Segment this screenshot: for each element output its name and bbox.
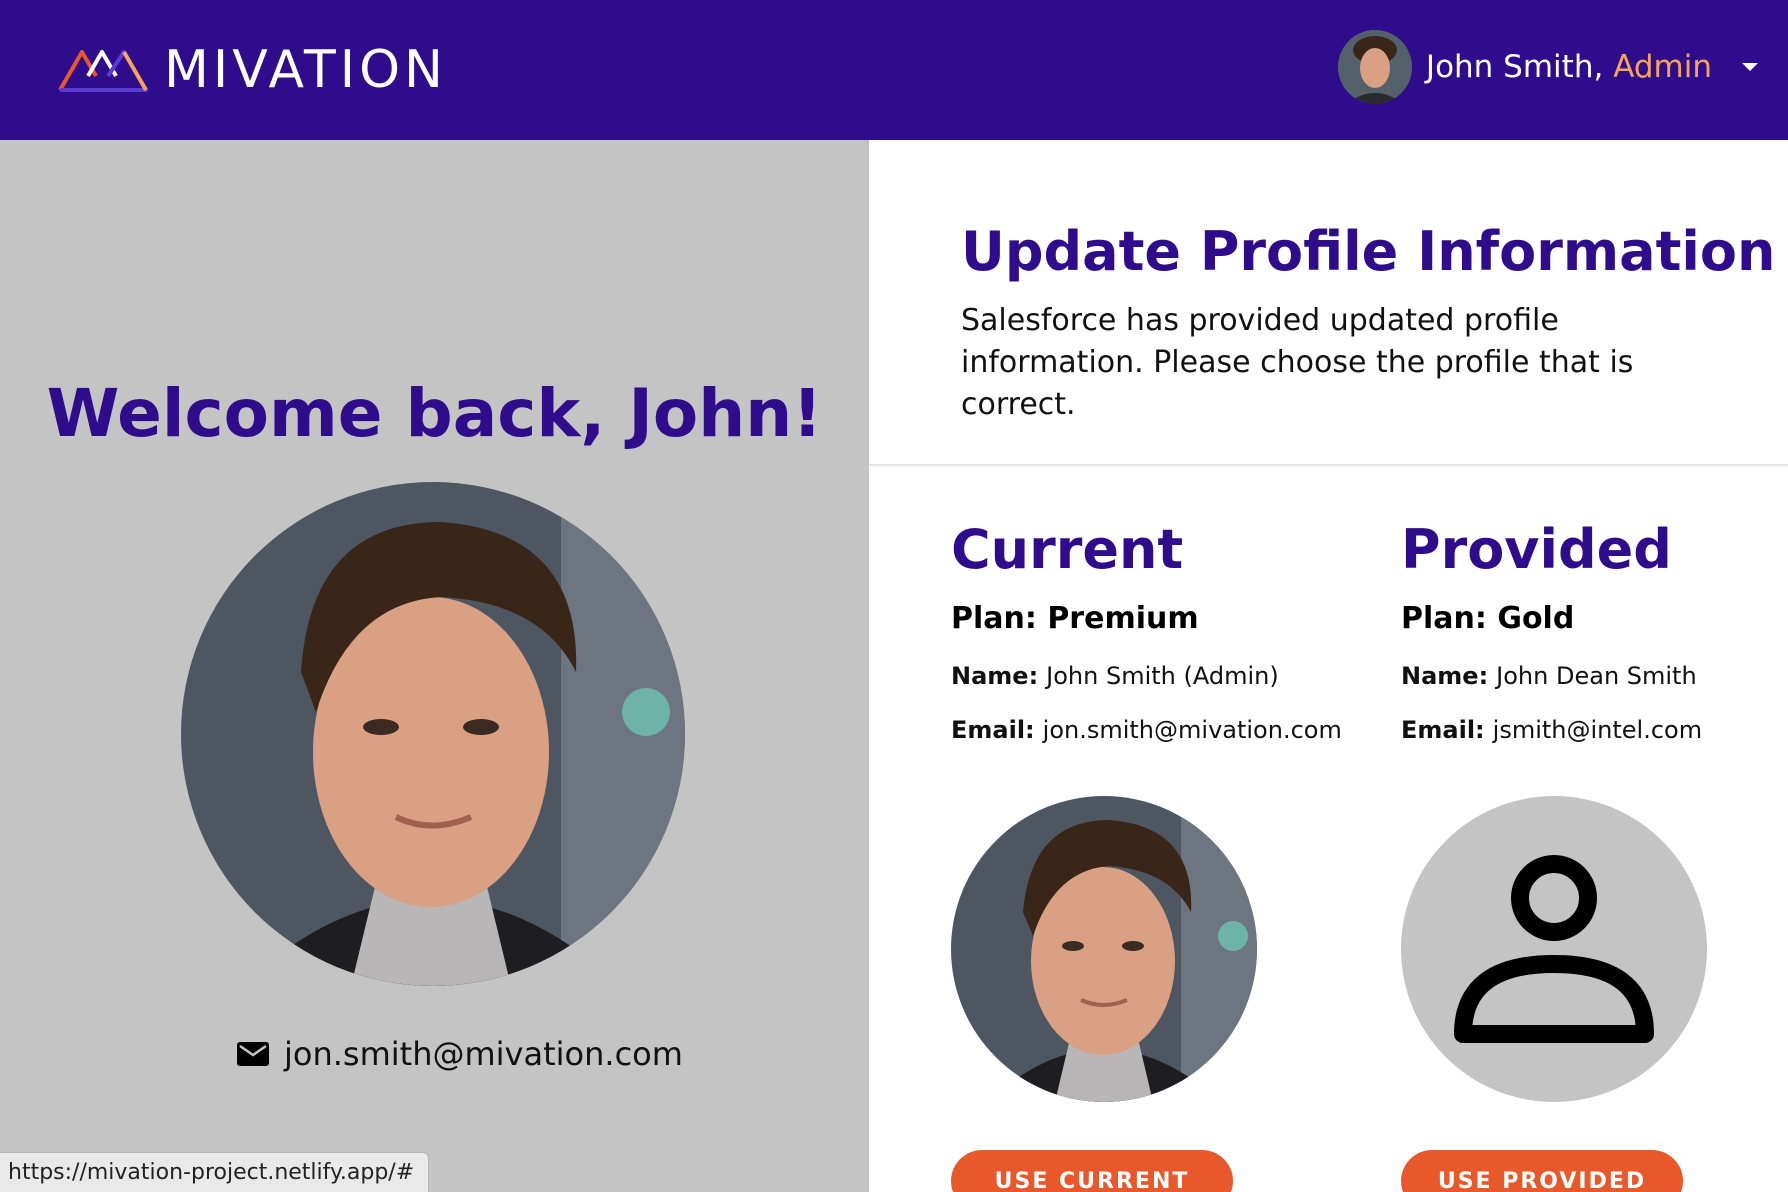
- user-photo-icon: [181, 482, 685, 986]
- email-value: jsmith@intel.com: [1492, 716, 1703, 744]
- current-plan: Plan: Premium: [951, 601, 1199, 636]
- avatar: [1337, 30, 1412, 104]
- name-value: John Smith (Admin): [1046, 662, 1279, 690]
- user-photo-icon: [951, 796, 1257, 1102]
- current-name-field: Name: John Smith (Admin): [951, 662, 1331, 690]
- top-nav-bar: MIVATION John Smith, Admin: [0, 0, 1788, 140]
- email-label: Email:: [951, 716, 1035, 744]
- mountain-logo-icon: [58, 50, 148, 92]
- current-email-field: Email: jon.smith@mivation.com: [951, 716, 1342, 744]
- current-avatar: [951, 796, 1257, 1102]
- user-menu[interactable]: John Smith, Admin: [1337, 30, 1758, 104]
- caret-down-icon[interactable]: [1742, 63, 1758, 71]
- logo-wordmark: MIVATION: [164, 40, 447, 100]
- user-photo-icon: [1337, 30, 1412, 104]
- user-name-text: John Smith,: [1425, 49, 1604, 85]
- user-role-text: Admin: [1613, 49, 1712, 85]
- status-bar-url: https://mivation-project.netlify.app/#: [0, 1152, 430, 1192]
- app-logo[interactable]: MIVATION: [58, 44, 447, 96]
- mail-icon: [237, 1042, 269, 1066]
- current-profile-column: Current Plan: Premium Name: John Smith (A…: [951, 518, 1342, 1192]
- use-current-button[interactable]: USE CURRENT: [951, 1150, 1233, 1192]
- email-text: jon.smith@mivation.com: [284, 1035, 683, 1073]
- page-description: Salesforce has provided updated profile …: [961, 303, 1634, 422]
- name-value: John Dean Smith: [1496, 662, 1697, 690]
- name-label: Name:: [951, 662, 1039, 690]
- profile-photo: [181, 482, 685, 986]
- profile-email: jon.smith@mivation.com: [236, 1035, 683, 1073]
- divider: [869, 464, 1788, 466]
- update-profile-panel: Update Profile Information Salesforce ha…: [869, 140, 1788, 1192]
- welcome-heading: Welcome back, John!: [46, 375, 823, 452]
- use-provided-button[interactable]: USE PROVIDED: [1401, 1150, 1683, 1192]
- email-value: jon.smith@mivation.com: [1042, 716, 1342, 744]
- email-label: Email:: [1401, 716, 1485, 744]
- user-display-name: John Smith, Admin: [1426, 49, 1712, 85]
- user-placeholder-icon: [1454, 855, 1654, 1043]
- provided-name-field: Name: John Dean Smith: [1401, 662, 1781, 690]
- page-title: Update Profile Information: [961, 220, 1776, 283]
- provided-profile-column: Provided Plan: Gold Name: John Dean Smith…: [1401, 518, 1781, 1192]
- provided-email-field: Email: jsmith@intel.com: [1401, 716, 1781, 744]
- provided-plan: Plan: Gold: [1401, 601, 1575, 636]
- current-heading: Current: [951, 518, 1184, 581]
- name-label: Name:: [1401, 662, 1489, 690]
- provided-avatar: [1401, 796, 1707, 1102]
- welcome-panel: Welcome back, John! jon.smith@mivation.c…: [0, 140, 869, 1192]
- provided-heading: Provided: [1401, 518, 1672, 581]
